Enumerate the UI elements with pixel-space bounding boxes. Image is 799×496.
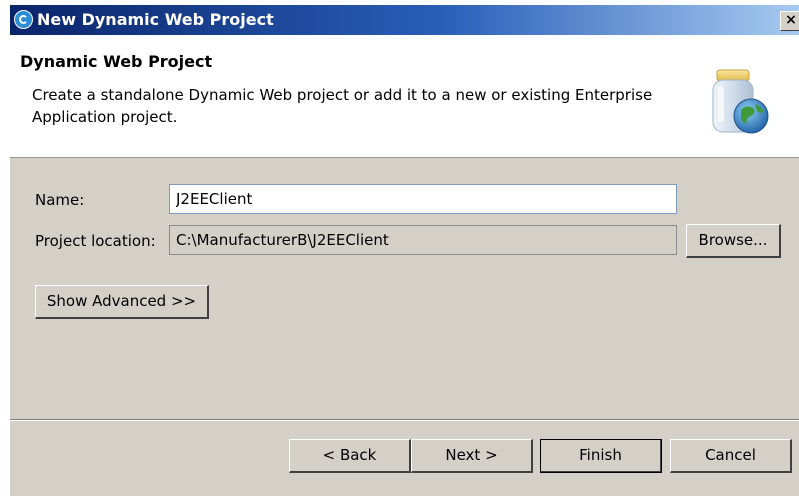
back-button[interactable]: < Back	[289, 439, 411, 473]
name-label: Name:	[35, 191, 85, 209]
page-title: Dynamic Web Project	[20, 52, 213, 71]
window-title: New Dynamic Web Project	[37, 10, 274, 29]
browse-button[interactable]: Browse...	[686, 224, 781, 258]
close-icon: ×	[785, 12, 797, 28]
close-button[interactable]: ×	[780, 11, 799, 31]
project-location-field[interactable]	[169, 225, 677, 255]
name-field[interactable]	[169, 184, 677, 214]
wizard-header: Dynamic Web Project Create a standalone …	[10, 35, 799, 158]
button-bar-separator	[10, 419, 799, 421]
jar-globe-icon	[712, 69, 769, 134]
page-description: Create a standalone Dynamic Web project …	[32, 86, 653, 126]
show-advanced-button[interactable]: Show Advanced >>	[35, 285, 209, 319]
cancel-button[interactable]: Cancel	[670, 439, 792, 473]
project-location-label: Project location:	[35, 232, 156, 250]
finish-button[interactable]: Finish	[540, 439, 662, 473]
new-project-dialog: New Dynamic Web Project × Dynamic Web Pr…	[10, 5, 799, 496]
eclipse-app-icon	[14, 10, 33, 29]
next-button[interactable]: Next >	[411, 439, 533, 473]
title-bar[interactable]: New Dynamic Web Project ×	[10, 5, 799, 35]
